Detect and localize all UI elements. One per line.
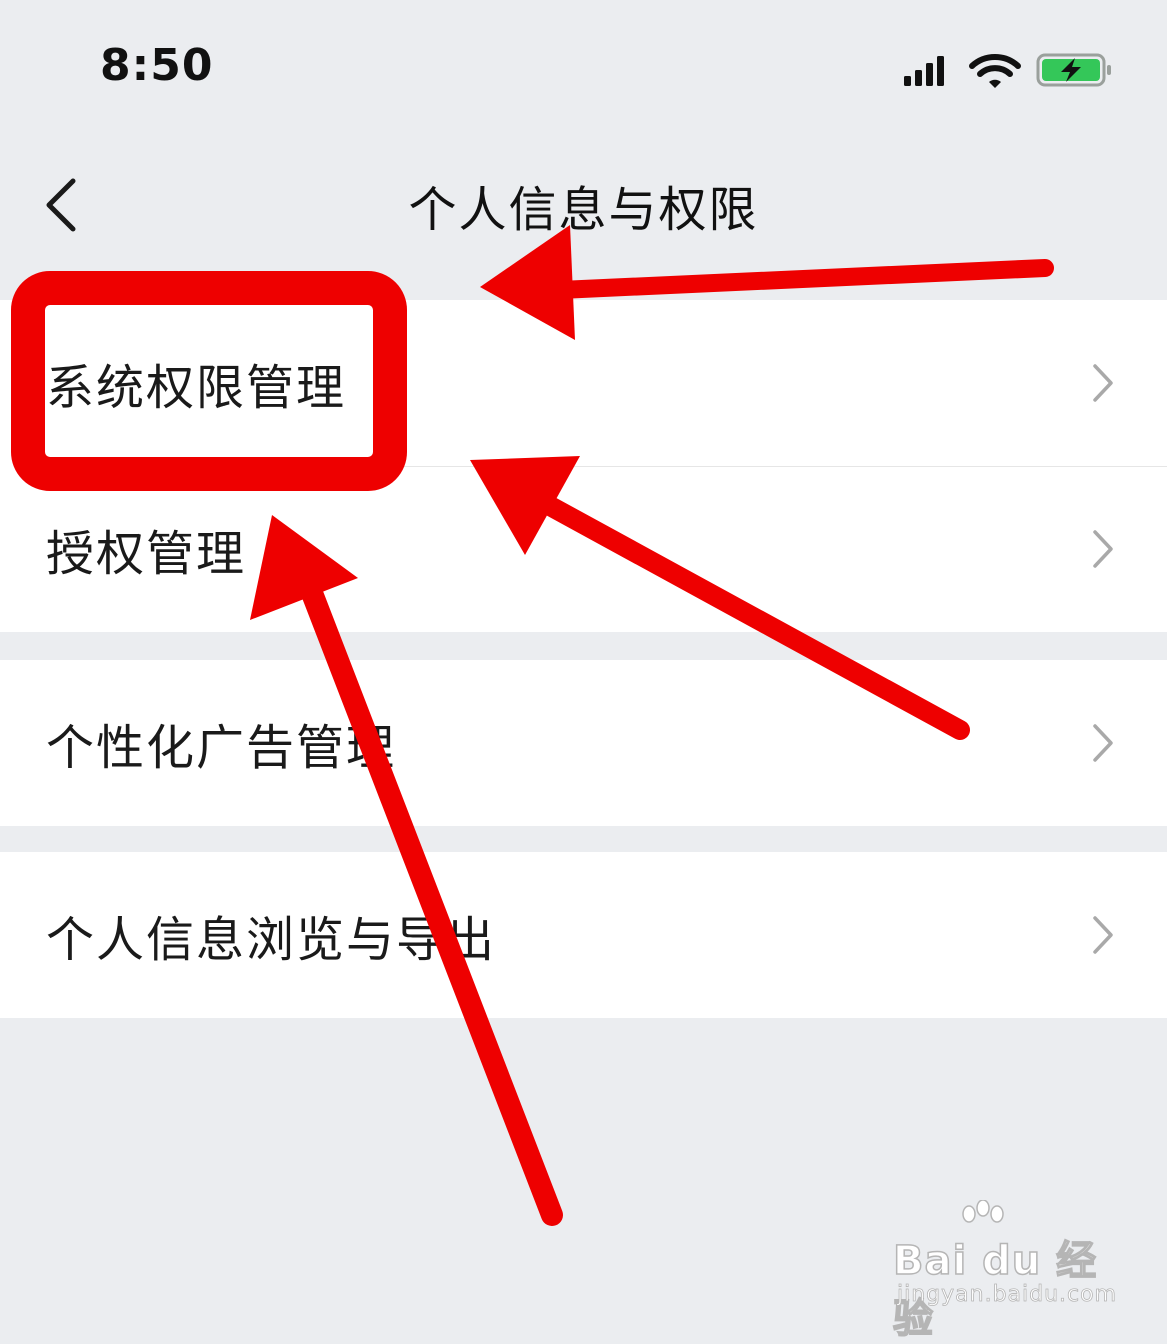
status-time: 8:50: [100, 40, 214, 91]
status-icons: [904, 53, 1111, 88]
menu-item-personalized-ads[interactable]: 个性化广告管理: [0, 660, 1167, 826]
page-title: 个人信息与权限: [408, 182, 759, 238]
wifi-icon: [969, 54, 1021, 88]
nav-bar: 个人信息与权限: [0, 140, 1167, 300]
menu-item-label: 个人信息浏览与导出: [46, 912, 497, 968]
settings-group-1: 系统权限管理 授权管理: [0, 300, 1167, 632]
chevron-right-icon: [1093, 724, 1113, 762]
settings-group-3: 个人信息浏览与导出: [0, 852, 1167, 1018]
settings-group-2: 个性化广告管理: [0, 660, 1167, 826]
menu-item-authorization[interactable]: 授权管理: [0, 466, 1167, 632]
battery-charging-icon: [1036, 53, 1111, 87]
status-bar: 8:50: [0, 0, 1167, 140]
chevron-right-icon: [1093, 916, 1113, 954]
menu-item-label: 授权管理: [46, 526, 247, 582]
menu-item-personal-info-export[interactable]: 个人信息浏览与导出: [0, 852, 1167, 1018]
watermark-url: jingyan.baidu.com: [897, 1282, 1118, 1308]
menu-item-system-permissions[interactable]: 系统权限管理: [0, 300, 1167, 466]
chevron-right-icon: [1093, 364, 1113, 402]
chevron-right-icon: [1093, 530, 1113, 568]
menu-item-label: 系统权限管理: [46, 360, 347, 416]
cellular-signal-icon: [904, 56, 944, 86]
watermark: Bai du 经验 jingyan.baidu.com: [892, 1200, 1123, 1343]
menu-item-label: 个性化广告管理: [46, 720, 397, 776]
